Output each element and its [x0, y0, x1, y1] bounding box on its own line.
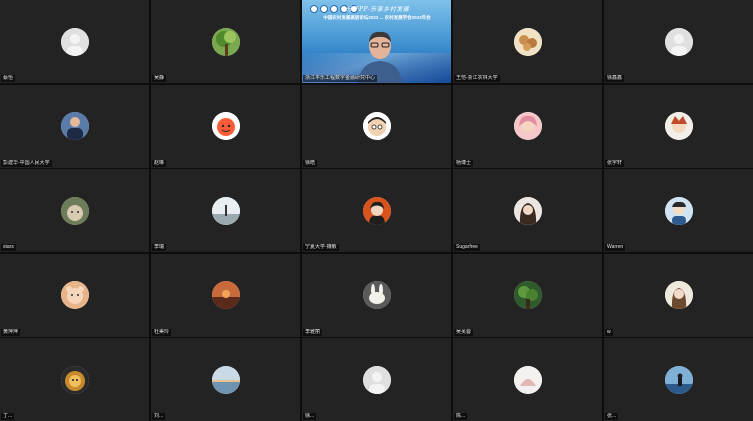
participant-name: 杜美玲: [152, 328, 172, 336]
participant-avatar: [60, 112, 89, 140]
participant-tile[interactable]: 赵琳: [151, 84, 300, 168]
participant-name: 赵琳: [152, 159, 167, 167]
participant-tile[interactable]: 徐...: [302, 338, 451, 421]
participant-tile[interactable]: 吴芙蓉: [453, 253, 602, 337]
participant-tile[interactable]: w: [604, 253, 753, 337]
participant-name: 彭建华-中国人民大学: [1, 159, 52, 167]
participant-avatar: [60, 281, 89, 309]
participant-tile[interactable]: 李雅丽: [302, 253, 451, 337]
participant-tile[interactable]: Sugarfree: [453, 169, 602, 252]
participant-avatar: [211, 281, 240, 309]
participant-avatar: [211, 112, 240, 140]
participant-avatar: [60, 196, 89, 225]
participant-tile[interactable]: 张宇轩: [604, 84, 753, 168]
participant-avatar: [211, 365, 240, 394]
slide-script-title: 分子PP-乐享乡村发展: [346, 6, 410, 13]
participant-name: 徐鑫鑫: [605, 75, 625, 82]
participant-avatar: [664, 281, 693, 309]
participant-avatar: [513, 281, 542, 309]
participant-tile[interactable]: Warren: [604, 169, 753, 252]
shared-screen: 分子PP-乐享乡村发展中国农村发展高层论坛2022 ... 农村发展学会2022…: [302, 0, 451, 83]
participant-name: 黄萍萍: [1, 328, 21, 336]
participant-tile[interactable]: 黄萍萍: [0, 253, 149, 337]
participant-avatar: [362, 281, 391, 309]
participant-name: Warren: [605, 244, 626, 251]
participant-avatar: [60, 27, 89, 56]
participant-name: stars: [1, 244, 16, 251]
participant-tile[interactable]: 丁...: [0, 338, 149, 421]
participant-avatar: [513, 365, 542, 394]
participant-tile[interactable]: 徐皓: [302, 84, 451, 168]
participant-tile[interactable]: 张...: [604, 338, 753, 421]
participant-name: 吴芙蓉: [454, 328, 474, 336]
participant-tile[interactable]: 杨博士: [453, 84, 602, 168]
participant-avatar: [513, 196, 542, 225]
participant-avatar: [60, 365, 89, 394]
participant-avatar: [664, 112, 693, 140]
participant-name: 杨博士: [454, 159, 474, 167]
participant-tile[interactable]: 李瑞: [151, 169, 300, 252]
shared-screen-tile[interactable]: 分子PP-乐享乡村发展中国农村发展高层论坛2022 ... 农村发展学会2022…: [302, 0, 451, 83]
participant-name: 王恺-浙江农林大学: [454, 75, 500, 82]
participant-tile[interactable]: 蔡怡: [0, 0, 149, 83]
participant-avatar: [362, 112, 391, 140]
participant-name: Sugarfree: [454, 244, 480, 251]
participant-name: w: [605, 328, 613, 336]
participant-avatar: [664, 27, 693, 56]
participant-tile[interactable]: stars: [0, 169, 149, 252]
participant-tile[interactable]: 陈...: [453, 338, 602, 421]
participant-avatar: [664, 365, 693, 394]
participant-avatar: [211, 27, 240, 56]
participant-name: 张宇轩: [605, 159, 625, 167]
participant-avatar: [362, 196, 391, 225]
participant-avatar: [513, 27, 542, 56]
participant-tile[interactable]: 刘...: [151, 338, 300, 421]
participant-name: 李瑞: [152, 244, 167, 251]
participant-tile[interactable]: 徐鑫鑫: [604, 0, 753, 83]
participant-name: 浙江平乐工程数字金融研究中心: [303, 75, 378, 82]
participant-tile[interactable]: 王恺-浙江农林大学: [453, 0, 602, 83]
participant-avatar: [513, 112, 542, 140]
participant-avatar: [664, 196, 693, 225]
participant-tile[interactable]: 杜美玲: [151, 253, 300, 337]
participant-name: 徐皓: [303, 159, 318, 167]
participant-name: 宁夏大学-魏敏: [303, 244, 339, 251]
participant-tile[interactable]: 宁夏大学-魏敏: [302, 169, 451, 252]
video-grid: 蔡怡 吴静 分子PP-乐享乡村发展中国农村发展高层论坛2022 ... 农村发展学会…: [0, 0, 753, 421]
participant-avatar: [211, 196, 240, 225]
participant-name: 蔡怡: [1, 75, 16, 82]
participant-avatar: [362, 365, 391, 394]
participant-tile[interactable]: 吴静: [151, 0, 300, 83]
participant-tile[interactable]: 彭建华-中国人民大学: [0, 84, 149, 168]
slide-banner-title: 中国农村发展高层论坛2022 ... 农村发展学会2022年会: [323, 15, 431, 20]
participant-name: 李雅丽: [303, 328, 323, 336]
participant-name: 吴静: [152, 75, 167, 82]
